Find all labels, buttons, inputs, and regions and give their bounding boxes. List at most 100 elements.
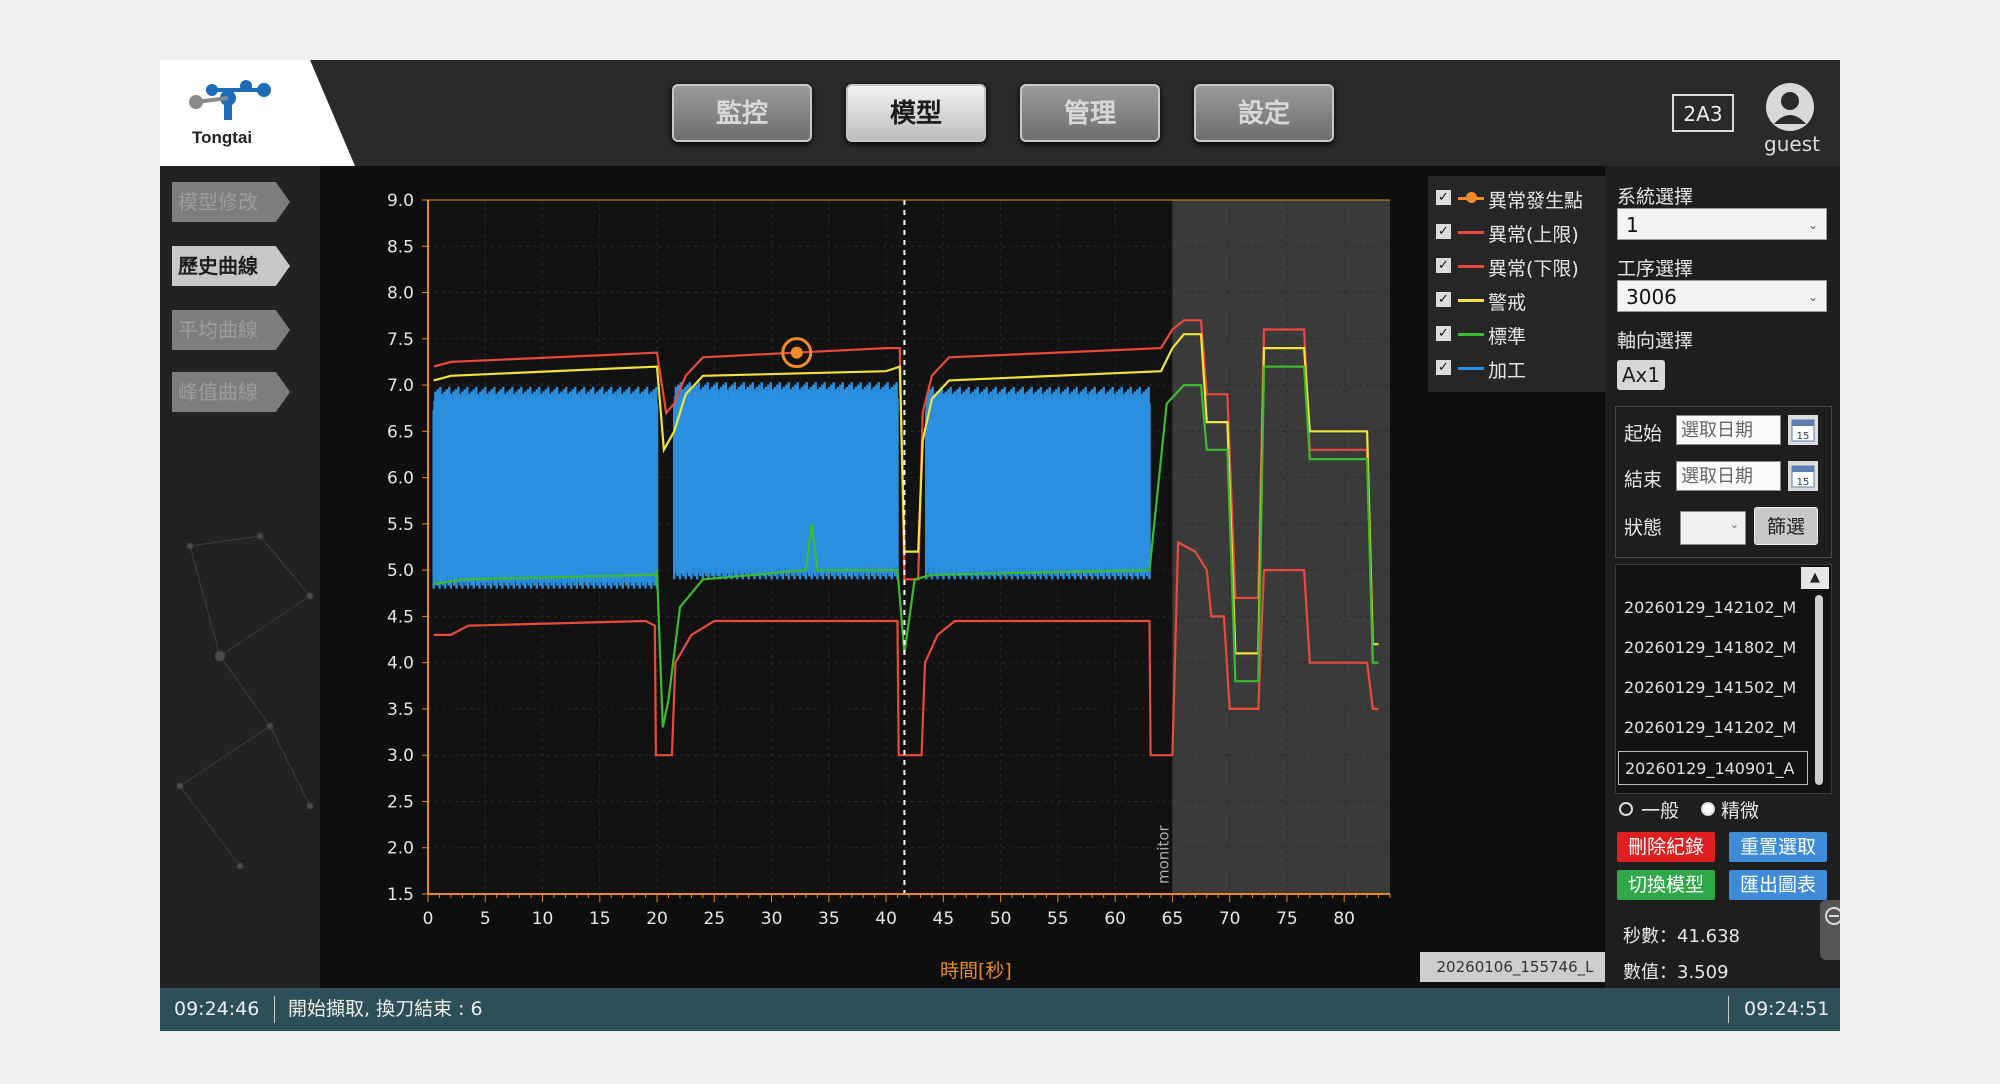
legend-item[interactable]: ✓ 異常(下限) bbox=[1436, 252, 1606, 282]
legend-item[interactable]: ✓ 標準 bbox=[1436, 320, 1606, 350]
legend-marker-icon bbox=[1466, 192, 1477, 203]
list-item-selected[interactable]: 20260129_140901_A bbox=[1618, 751, 1808, 785]
value-value: 3.509 bbox=[1677, 962, 1729, 983]
reset-selection-button[interactable]: 重置選取 bbox=[1729, 832, 1827, 862]
legend-swatch bbox=[1458, 265, 1484, 268]
x-tick-label: 80 bbox=[1333, 909, 1355, 929]
network-background-graphic bbox=[176, 532, 314, 870]
x-tick-label: 15 bbox=[589, 909, 611, 929]
radio-normal[interactable] bbox=[1619, 802, 1633, 816]
axis-select-button[interactable]: Ax1 bbox=[1617, 360, 1665, 390]
value-label: 數值： bbox=[1623, 962, 1677, 983]
sidebar-item-history-curve[interactable]: 歷史曲線 bbox=[172, 246, 290, 286]
y-tick-label: 4.0 bbox=[387, 654, 414, 674]
legend-checkbox[interactable]: ✓ bbox=[1436, 224, 1451, 239]
radio-normal-label: 一般 bbox=[1641, 800, 1680, 822]
process-select[interactable]: 3006 ⌄ bbox=[1617, 280, 1827, 312]
record-list[interactable]: 20260129_142102_M 20260129_141802_M 2026… bbox=[1615, 564, 1832, 794]
x-tick-label: 25 bbox=[703, 909, 725, 929]
switch-model-button[interactable]: 切換模型 bbox=[1617, 870, 1715, 900]
legend-item[interactable]: ✓ 警戒 bbox=[1436, 286, 1606, 316]
calendar-icon[interactable]: 15 bbox=[1788, 415, 1818, 445]
status-bar: 09:24:46 開始擷取, 換刀結束 : 6 09:24:51 bbox=[160, 988, 1840, 1031]
list-item[interactable]: 20260129_141202_M bbox=[1618, 711, 1808, 745]
filter-button[interactable]: 篩選 bbox=[1754, 507, 1818, 545]
y-tick-label: 8.0 bbox=[387, 284, 414, 304]
nav-monitor-button[interactable]: 監控 bbox=[672, 84, 812, 142]
system-select[interactable]: 1 ⌄ bbox=[1617, 208, 1827, 240]
legend-checkbox[interactable]: ✓ bbox=[1436, 360, 1451, 375]
delete-record-button[interactable]: 刪除紀錄 bbox=[1617, 832, 1715, 862]
sidebar-item-peak-curve[interactable]: 峰值曲線 bbox=[172, 372, 290, 412]
list-item[interactable]: 20260129_141802_M bbox=[1618, 631, 1808, 665]
end-date-input[interactable]: 選取日期 bbox=[1676, 461, 1781, 491]
y-tick-label: 2.5 bbox=[387, 792, 414, 812]
y-tick-label: 5.0 bbox=[387, 561, 414, 581]
legend-item[interactable]: ✓ 加工 bbox=[1436, 354, 1606, 384]
legend-checkbox[interactable]: ✓ bbox=[1436, 326, 1451, 341]
left-sidebar: 模型修改 歷史曲線 平均曲線 峰值曲線 bbox=[160, 166, 320, 988]
legend-swatch bbox=[1458, 333, 1484, 336]
calendar-day-text: 15 bbox=[1797, 477, 1810, 488]
status-select[interactable]: ⌄ bbox=[1680, 511, 1746, 545]
y-tick-label: 3.5 bbox=[387, 700, 414, 720]
nav-manage-button[interactable]: 管理 bbox=[1020, 84, 1160, 142]
y-tick-label: 2.0 bbox=[387, 839, 414, 859]
radio-fine[interactable] bbox=[1701, 802, 1715, 816]
start-date-input[interactable]: 選取日期 bbox=[1676, 415, 1781, 445]
legend-swatch bbox=[1458, 231, 1484, 234]
legend-item[interactable]: ✓ 異常發生點 bbox=[1436, 184, 1606, 214]
status-divider bbox=[274, 996, 275, 1023]
legend-swatch bbox=[1458, 367, 1484, 370]
processing-series-segment bbox=[432, 386, 659, 589]
user-avatar-icon[interactable] bbox=[1765, 82, 1815, 132]
processing-series-segment bbox=[925, 386, 1151, 580]
legend-label: 警戒 bbox=[1488, 292, 1527, 314]
x-tick-label: 30 bbox=[761, 909, 783, 929]
header: Tongtai 監控 模型 管理 設定 2A3 guest bbox=[160, 60, 1840, 166]
list-scrollbar[interactable] bbox=[1815, 595, 1823, 785]
list-item[interactable]: 20260129_142102_M bbox=[1618, 591, 1808, 625]
x-tick-label: 70 bbox=[1219, 909, 1241, 929]
collapse-panel-tab[interactable] bbox=[1820, 900, 1840, 960]
sidebar-item-model-edit[interactable]: 模型修改 bbox=[172, 182, 290, 222]
y-tick-label: 1.5 bbox=[387, 885, 414, 905]
y-tick-label: 9.0 bbox=[387, 191, 414, 211]
legend-checkbox[interactable]: ✓ bbox=[1436, 190, 1451, 205]
export-chart-button[interactable]: 匯出圖表 bbox=[1729, 870, 1827, 900]
chevron-down-icon: ⌄ bbox=[1807, 218, 1818, 232]
calendar-icon[interactable]: 15 bbox=[1788, 461, 1818, 491]
process-select-value: 3006 bbox=[1626, 285, 1677, 309]
status-divider bbox=[1728, 996, 1729, 1023]
x-tick-label: 65 bbox=[1162, 909, 1184, 929]
end-date-label: 結束 bbox=[1624, 469, 1663, 491]
legend-label: 標準 bbox=[1488, 326, 1527, 348]
sidebar-item-average-curve[interactable]: 平均曲線 bbox=[172, 310, 290, 350]
filter-box: 起始 選取日期 15 結束 選取日期 15 狀態 ⌄ 篩選 bbox=[1615, 406, 1832, 558]
x-tick-label: 60 bbox=[1104, 909, 1126, 929]
legend-item[interactable]: ✓ 異常(上限) bbox=[1436, 218, 1606, 248]
nav-model-button[interactable]: 模型 bbox=[846, 84, 986, 142]
x-tick-label: 75 bbox=[1276, 909, 1298, 929]
y-tick-label: 7.0 bbox=[387, 376, 414, 396]
x-tick-label: 40 bbox=[875, 909, 897, 929]
legend-label: 加工 bbox=[1488, 360, 1527, 382]
machine-id-badge: 2A3 bbox=[1672, 94, 1734, 132]
chart-legend: ✓ 異常發生點 ✓ 異常(上限) ✓ 異常(下限) ✓ 警戒 ✓ 標準 ✓ 加工 bbox=[1428, 176, 1606, 392]
list-item[interactable]: 20260129_141502_M bbox=[1618, 671, 1808, 705]
legend-checkbox[interactable]: ✓ bbox=[1436, 292, 1451, 307]
y-tick-label: 5.5 bbox=[387, 515, 414, 535]
start-date-label: 起始 bbox=[1624, 423, 1663, 445]
monitor-region-label: monitor bbox=[1154, 824, 1172, 884]
y-tick-label: 4.5 bbox=[387, 607, 414, 627]
current-file-tag: 20260106_155746_L bbox=[1420, 952, 1610, 982]
nav-settings-button[interactable]: 設定 bbox=[1194, 84, 1334, 142]
x-tick-label: 10 bbox=[532, 909, 554, 929]
scroll-up-icon[interactable]: ▲ bbox=[1801, 567, 1829, 589]
radio-fine-label: 精微 bbox=[1721, 800, 1760, 822]
history-curve-chart[interactable]: monitor 1.5 2.0 2.5 3.0 3.5 4.0 4.5 5.0 5.5 6.0 6.5… bbox=[320, 166, 1605, 988]
legend-checkbox[interactable]: ✓ bbox=[1436, 258, 1451, 273]
process-select-label: 工序選擇 bbox=[1617, 258, 1694, 280]
y-tick-label: 7.5 bbox=[387, 330, 414, 350]
value-readout: 數值：3.509 bbox=[1623, 958, 1729, 984]
